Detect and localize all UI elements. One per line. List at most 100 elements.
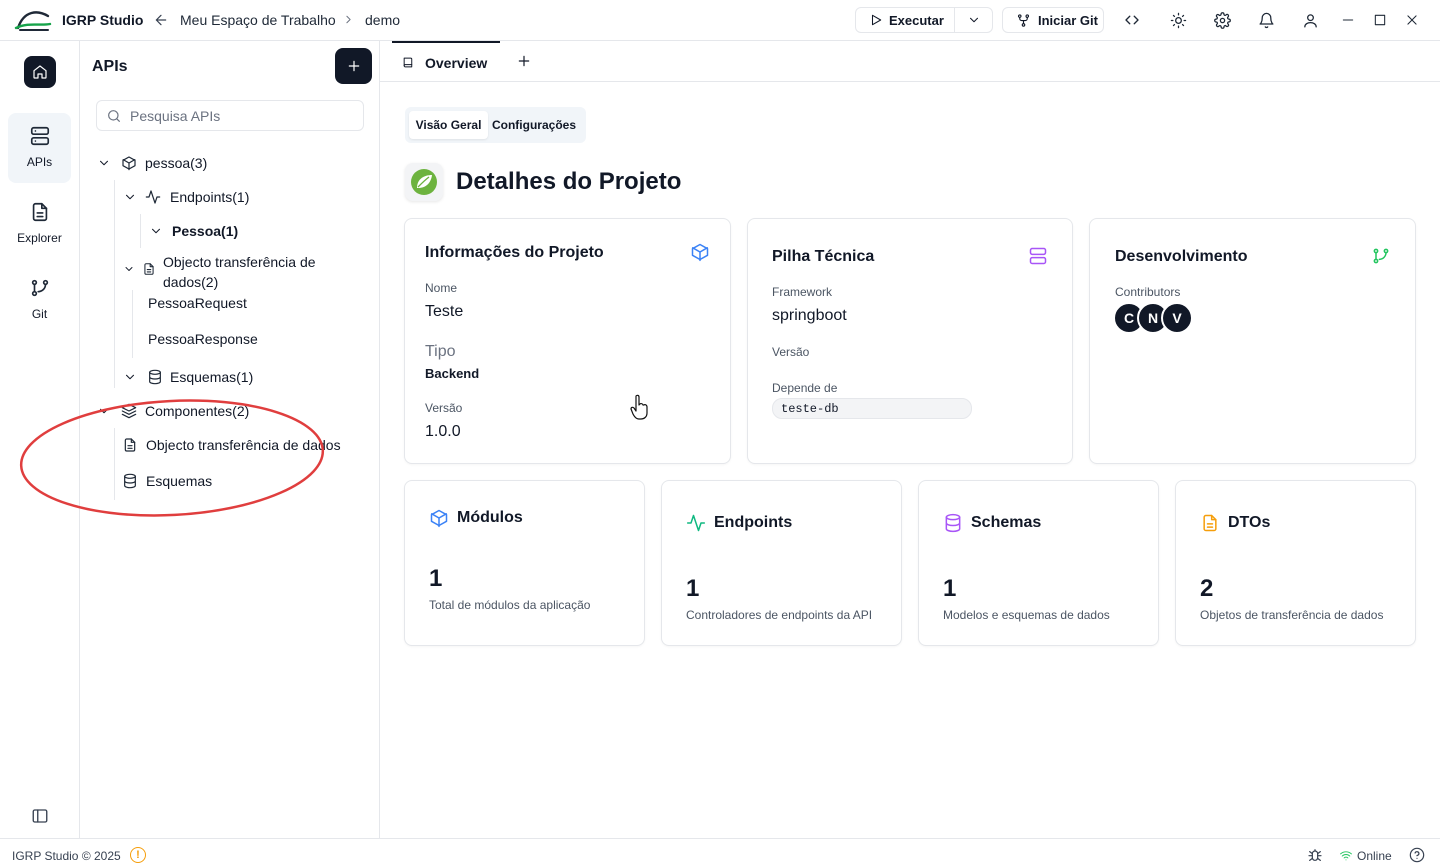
tree-item-schemas[interactable]: Esquemas(1) (123, 369, 253, 385)
init-git-button[interactable]: Iniciar Git (1002, 7, 1104, 33)
tree-guide-line (140, 214, 141, 248)
back-arrow-icon[interactable] (153, 12, 169, 28)
avatar[interactable]: V (1161, 302, 1193, 334)
chevron-down-icon (151, 228, 161, 234)
code-icon[interactable] (1122, 10, 1142, 30)
stat-value: 1 (429, 565, 443, 592)
tree-item-label: dados(2) (163, 274, 219, 290)
status-bar: IGRP Studio © 2025 ! Online (0, 838, 1440, 866)
sun-icon[interactable] (1168, 10, 1188, 30)
tab-overview[interactable]: Overview (392, 41, 500, 82)
init-git-label: Iniciar Git (1038, 12, 1098, 28)
bell-icon[interactable] (1256, 10, 1276, 30)
tree-item-pessoa-response[interactable]: PessoaResponse (148, 331, 258, 347)
tree-item-endpoints[interactable]: Endpoints(1) (123, 189, 249, 205)
tree-guide-line (114, 428, 115, 500)
user-icon[interactable] (1300, 10, 1320, 30)
server-icon (30, 126, 49, 146)
toggle-sidebar-icon[interactable] (31, 807, 49, 825)
tree-guide-line (132, 290, 133, 358)
close-icon[interactable] (1402, 10, 1422, 30)
tree-item-endpoint-pessoa[interactable]: Pessoa(1) (149, 223, 238, 239)
maximize-icon[interactable] (1370, 10, 1390, 30)
chevron-down-icon (99, 160, 109, 166)
stat-card-schemas[interactable]: Schemas 1 Modelos e esquemas de dados (918, 480, 1159, 646)
tech-stack-card: Pilha Técnica Framework springboot Versã… (747, 218, 1073, 464)
bug-icon[interactable] (1307, 847, 1323, 863)
spring-logo (405, 163, 443, 201)
tab-visao-geral[interactable]: Visão Geral (409, 111, 488, 139)
development-card: Desenvolvimento Contributors (1089, 218, 1416, 464)
activity-icon (686, 514, 706, 532)
git-fork-icon (1017, 13, 1030, 27)
field-label: Nome (425, 281, 458, 295)
stat-title: DTOs (1228, 514, 1271, 531)
tree-item-label: PessoaRequest (148, 295, 247, 311)
breadcrumb-project[interactable]: demo (365, 12, 400, 28)
stat-description: Objetos de transferência de dados (1200, 608, 1384, 622)
git-branch-icon (1373, 248, 1389, 264)
stat-value: 1 (943, 575, 957, 602)
database-icon (945, 513, 961, 533)
field-value: Teste (425, 303, 464, 320)
field-value: Backend (425, 366, 480, 381)
field-label: Depende de (772, 381, 838, 395)
run-button[interactable]: Executar (856, 8, 954, 32)
play-icon (871, 14, 882, 26)
tree-item-label: pessoa(3) (145, 155, 208, 171)
stat-description: Controladores de endpoints da API (686, 608, 873, 622)
rail-item-apis[interactable]: APIs (8, 113, 71, 183)
field-value: springboot (772, 307, 847, 324)
tree-item-comp-dtos[interactable]: Objecto transferência de dados (122, 437, 341, 453)
tree-item-pessoa-request[interactable]: PessoaRequest (148, 295, 247, 311)
tree-item-label: Objecto transferência de (163, 254, 316, 270)
stat-card-modulos[interactable]: Módulos 1 Total de módulos da aplicação (404, 480, 645, 646)
title-bar: IGRP Studio Meu Espaço de Trabalho demo … (0, 0, 1440, 41)
chevron-down-icon (969, 17, 978, 23)
tree-item-label: Esquemas(1) (170, 369, 254, 385)
search-box (96, 100, 364, 131)
copyright-text: IGRP Studio © 2025 (12, 849, 121, 863)
stat-card-endpoints[interactable]: Endpoints 1 Controladores de endpoints d… (661, 480, 902, 646)
chevron-down-icon (125, 194, 135, 200)
search-input[interactable] (130, 107, 350, 124)
server-icon (1029, 247, 1047, 265)
tree-item-label: Pessoa(1) (172, 223, 239, 239)
field-label: Tipo (425, 343, 456, 360)
connection-status: Online (1357, 849, 1392, 863)
home-button[interactable] (24, 56, 56, 88)
breadcrumb-workspace[interactable]: Meu Espaço de Trabalho (180, 12, 336, 28)
tree-item-dtos[interactable]: Objecto transferência de dados(2) (123, 252, 316, 292)
chevron-right-icon (342, 13, 355, 26)
spring-leaf-icon (411, 169, 437, 195)
run-dropdown-button[interactable] (955, 13, 992, 27)
app-name: IGRP Studio (62, 12, 144, 28)
cube-icon (430, 509, 448, 528)
field-label: Versão (425, 401, 463, 415)
stat-description: Total de módulos da aplicação (429, 598, 591, 612)
field-label: Contributors (1115, 285, 1181, 299)
field-label: Versão (772, 345, 810, 359)
tab-configuracoes[interactable]: Configurações (491, 111, 577, 139)
add-api-button[interactable] (335, 48, 372, 84)
rail-item-explorer[interactable]: Explorer (8, 189, 71, 259)
rail-item-git[interactable]: Git (8, 265, 71, 335)
field-value: 1.0.0 (425, 423, 461, 440)
field-label: Framework (772, 285, 833, 299)
stat-card-dtos[interactable]: DTOs 2 Objetos de transferência de dados (1175, 480, 1416, 646)
package-icon (122, 156, 136, 171)
warning-icon[interactable]: ! (130, 847, 146, 863)
tree-item-comp-schemas[interactable]: Esquemas (122, 473, 212, 489)
rail-item-label: Explorer (17, 231, 62, 245)
search-icon (108, 109, 120, 122)
tree-item-componentes[interactable]: Componentes(2) (97, 403, 249, 419)
dependency-badge: teste-db (772, 398, 972, 419)
panel-title: APIs (92, 58, 128, 75)
add-tab-icon[interactable] (516, 53, 532, 69)
stat-title: Módulos (457, 509, 523, 526)
tree-item-pessoa[interactable]: pessoa(3) (97, 155, 207, 171)
gear-icon[interactable] (1212, 10, 1232, 30)
editor-tab-bar: Overview (380, 41, 1440, 82)
minimize-icon[interactable] (1338, 10, 1358, 30)
help-icon[interactable] (1409, 847, 1425, 863)
